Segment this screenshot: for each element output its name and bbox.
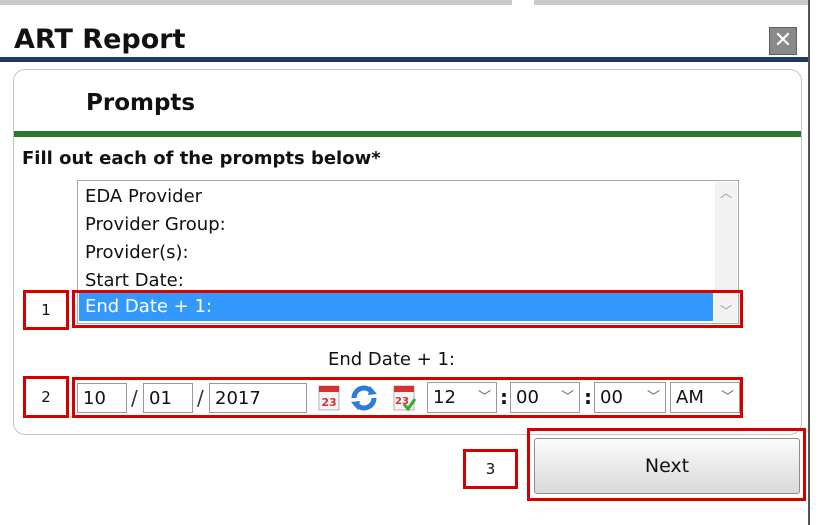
scroll-up-icon[interactable]: ︿ bbox=[719, 186, 733, 200]
list-item-eda-provider[interactable]: EDA Provider bbox=[79, 183, 713, 211]
top-border bbox=[0, 0, 810, 5]
instructions-text: Fill out each of the prompts below* bbox=[22, 148, 381, 169]
date-field-label: End Date + 1: bbox=[328, 349, 455, 370]
callout-number-1: 1 bbox=[23, 290, 69, 330]
highlight-box-1 bbox=[72, 290, 743, 328]
dialog-title: ART Report bbox=[14, 24, 186, 55]
close-icon[interactable]: ✕ bbox=[769, 27, 797, 55]
section-divider bbox=[14, 131, 801, 137]
callout-number-3: 3 bbox=[463, 449, 518, 489]
top-border-gap bbox=[512, 0, 534, 5]
callout-number-2: 2 bbox=[23, 376, 69, 418]
prompts-header: Prompts bbox=[14, 70, 801, 130]
instructions-label: Fill out each of the prompts below bbox=[22, 148, 372, 169]
prompts-title: Prompts bbox=[86, 90, 196, 116]
list-item-provider-group[interactable]: Provider Group: bbox=[79, 211, 713, 239]
list-item-providers[interactable]: Provider(s): bbox=[79, 239, 713, 267]
title-underline bbox=[0, 57, 808, 62]
right-margin bbox=[810, 0, 822, 525]
required-marker: * bbox=[371, 148, 381, 169]
highlight-box-2 bbox=[72, 377, 743, 418]
dialog-titlebar: ART Report ✕ bbox=[0, 6, 808, 58]
highlight-box-3 bbox=[527, 428, 806, 501]
